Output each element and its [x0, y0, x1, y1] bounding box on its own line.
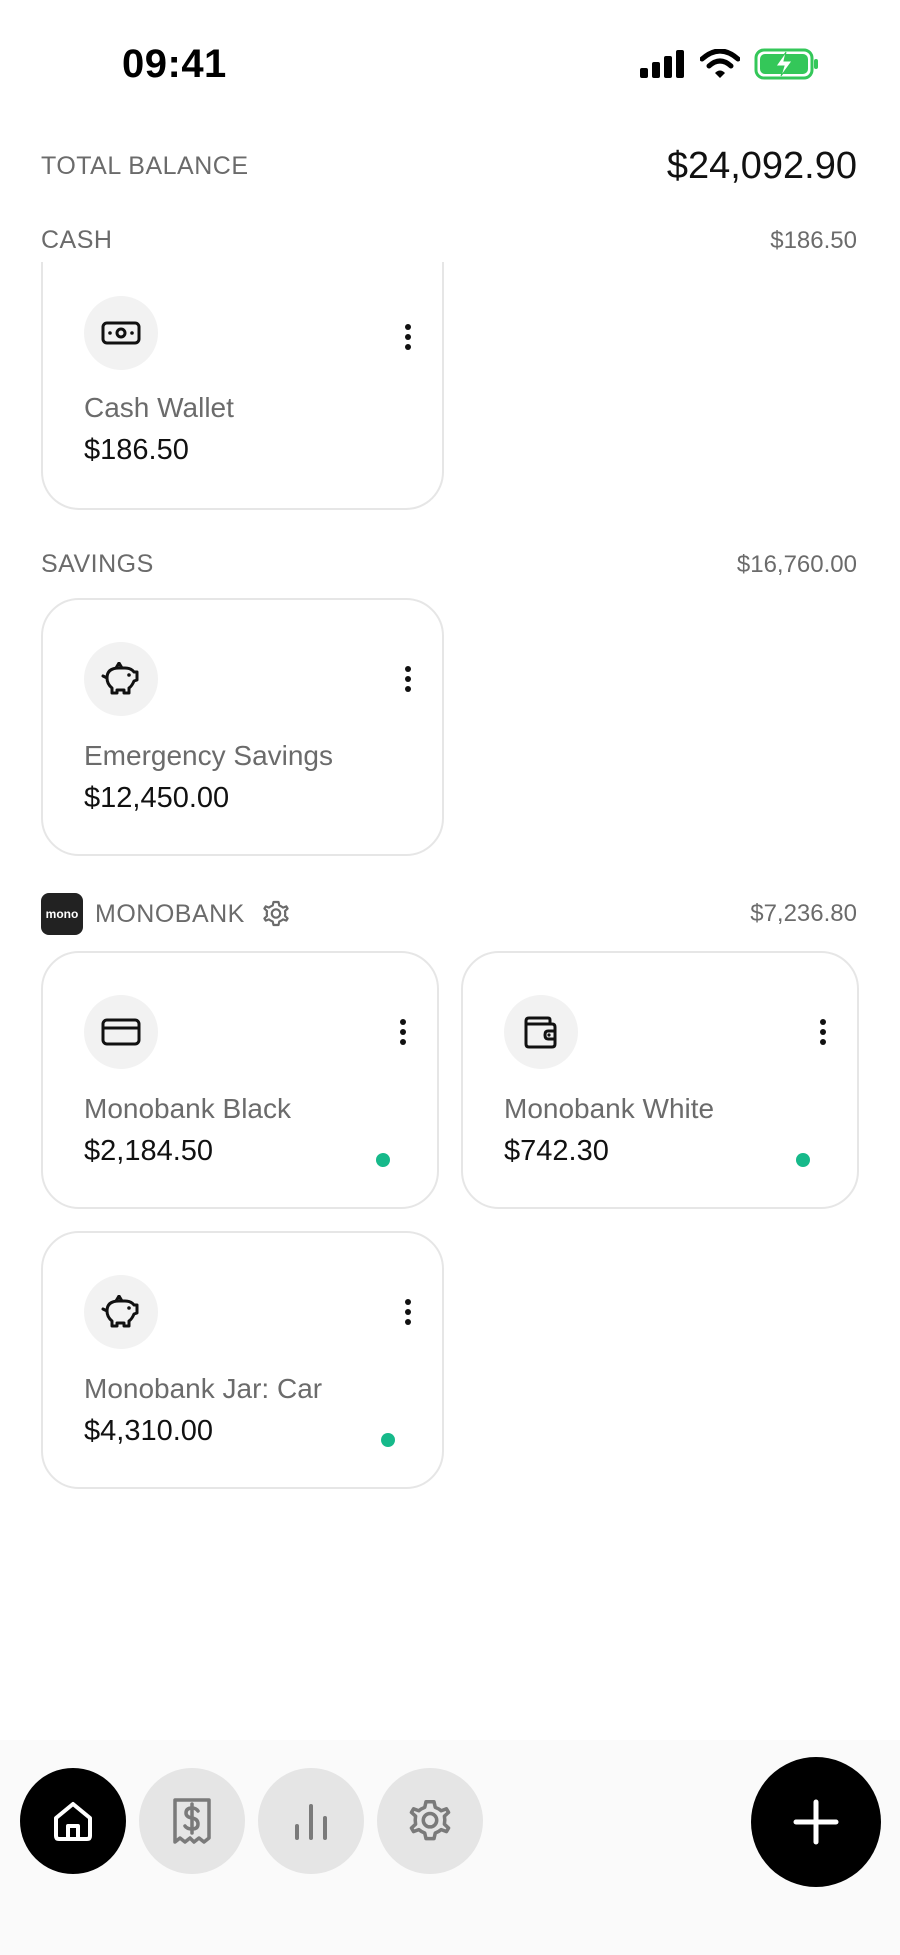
group-name: SAVINGS: [41, 550, 154, 578]
group-header-monobank: mono MONOBANK $7,236.80: [41, 893, 857, 935]
nav-reports-button[interactable]: [258, 1768, 364, 1874]
status-time: 09:41: [122, 42, 227, 86]
account-name: Cash Wallet: [84, 392, 234, 423]
account-card-emergency-savings[interactable]: Emergency Savings $12,450.00: [41, 598, 444, 856]
signal-icon: [640, 50, 684, 78]
group-header-cash: CASH $186.50: [41, 226, 857, 255]
account-balance: $4,310.00: [84, 1415, 214, 1447]
sync-status-dot: [381, 1433, 395, 1447]
piggy-bank-icon: [84, 1275, 158, 1349]
account-name: Monobank Jar: Car: [84, 1373, 323, 1404]
sync-status-dot: [796, 1153, 810, 1167]
group-name: CASH: [41, 226, 113, 254]
status-bar: 09:41: [0, 0, 900, 130]
account-card-monobank-black[interactable]: Monobank Black $2,184.50: [41, 951, 439, 1209]
account-balance: $12,450.00: [84, 782, 230, 814]
group-total: $7,236.80: [750, 900, 857, 927]
more-options-icon[interactable]: [803, 1007, 843, 1057]
sync-status-dot: [376, 1153, 390, 1167]
more-options-icon[interactable]: [388, 312, 428, 362]
account-name: Monobank White: [504, 1093, 715, 1124]
total-balance-value: $24,092.90: [666, 145, 857, 187]
plus-icon: [793, 1799, 839, 1845]
group-name: MONOBANK: [95, 899, 245, 928]
more-options-icon[interactable]: [388, 1287, 428, 1337]
account-card-monobank-jar-car[interactable]: Monobank Jar: Car $4,310.00: [41, 1231, 444, 1489]
group-total: $186.50: [770, 226, 857, 254]
account-balance: $186.50: [84, 434, 189, 466]
account-name: Emergency Savings: [84, 740, 334, 771]
gear-icon: [409, 1800, 451, 1841]
account-balance: $2,184.50: [84, 1135, 214, 1167]
credit-card-icon: [84, 995, 158, 1069]
status-icons: [640, 48, 820, 80]
more-options-icon[interactable]: [388, 654, 428, 704]
more-options-icon[interactable]: [383, 1007, 423, 1057]
receipt-dollar-icon: [173, 1798, 211, 1844]
account-card-cash-wallet[interactable]: Cash Wallet $186.50: [41, 262, 444, 510]
monobank-logo: mono: [41, 893, 83, 935]
cash-icon: [84, 296, 158, 370]
account-balance: $742.30: [504, 1135, 609, 1167]
piggy-bank-icon: [84, 642, 158, 716]
account-card-monobank-white[interactable]: Monobank White $742.30: [461, 951, 859, 1209]
nav-transactions-button[interactable]: [139, 1768, 245, 1874]
home-icon: [54, 1802, 92, 1841]
total-balance-row: TOTAL BALANCE $24,092.90: [41, 145, 857, 188]
wallet-icon: [504, 995, 578, 1069]
group-header-left: mono MONOBANK: [41, 893, 291, 935]
bar-chart-icon: [295, 1804, 327, 1840]
add-button[interactable]: [751, 1757, 881, 1887]
gear-icon[interactable]: [261, 899, 291, 929]
group-header-savings: SAVINGS $16,760.00: [41, 550, 857, 579]
battery-charging-icon: [754, 48, 818, 80]
nav-home-button[interactable]: [20, 1768, 126, 1874]
total-balance-label: TOTAL BALANCE: [41, 152, 249, 180]
group-total: $16,760.00: [736, 550, 857, 578]
account-name: Monobank Black: [84, 1093, 292, 1124]
nav-settings-button[interactable]: [377, 1768, 483, 1874]
wifi-icon: [700, 49, 740, 78]
